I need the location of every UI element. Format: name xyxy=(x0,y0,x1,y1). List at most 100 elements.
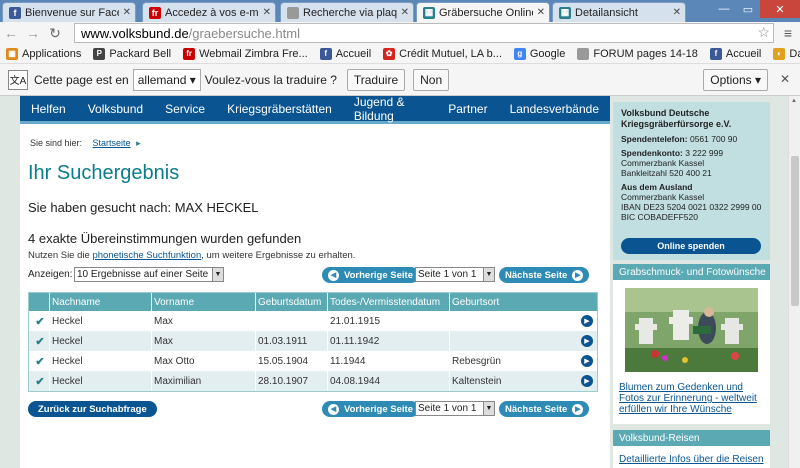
bookmark-item[interactable]: g Google xyxy=(513,47,565,60)
detail-arrow-icon[interactable]: ▶ xyxy=(581,355,593,367)
table-row[interactable]: ✔ Heckel Max 01.03.1911 01.11.1942 ▶ xyxy=(29,331,597,351)
nav-item[interactable]: Partner xyxy=(437,102,498,116)
detail-arrow-icon[interactable]: ▶ xyxy=(581,375,593,387)
travel-header: Volksbund-Reisen xyxy=(613,430,770,446)
prev-page-button[interactable]: ◀ Vorherige Seite xyxy=(322,267,419,283)
nav-item[interactable]: Kriegsgräberstätten xyxy=(216,102,343,116)
page-select-bottom[interactable]: Seite 1 von 1 ▼ xyxy=(415,401,495,416)
facebook-icon: f xyxy=(709,47,722,60)
travel-info-link[interactable]: Detaillierte Infos über die Reisen xyxy=(619,454,769,465)
table-cell: 01.11.1942 xyxy=(327,331,449,351)
close-tab-icon[interactable]: ✕ xyxy=(263,7,271,18)
close-tab-icon[interactable]: ✕ xyxy=(401,7,409,18)
bookmark-star-icon[interactable]: ☆ xyxy=(757,24,770,41)
options-button[interactable]: Options ▾ xyxy=(703,69,768,91)
no-translate-button[interactable]: Non xyxy=(413,68,450,91)
address-bar[interactable]: www.volksbund.de/graebersuche.html xyxy=(74,23,774,43)
close-tab-icon[interactable]: ✕ xyxy=(123,7,131,18)
table-row[interactable]: ✔ Heckel Maximilian 28.10.1907 04.08.1944 Kal… xyxy=(29,371,597,391)
chevron-down-icon: ▼ xyxy=(483,402,494,415)
grave-decoration-link[interactable]: Blumen zum Gedenken und Fotos zur Erinne… xyxy=(619,382,769,415)
maximize-icon[interactable]: ▭ xyxy=(736,0,760,18)
bookmark-label: Webmail Zimbra Fre... xyxy=(199,47,308,60)
scroll-up-icon[interactable]: ▲ xyxy=(791,98,797,104)
header-geburtsort[interactable]: Geburtsort xyxy=(449,293,575,311)
bookmark-item[interactable]: P Packard Bell xyxy=(93,47,171,60)
free-icon: fr xyxy=(149,6,161,19)
table-row[interactable]: ✔ Heckel Max 21.01.1915 ▶ xyxy=(29,311,597,331)
facebook-icon: f xyxy=(319,47,332,60)
translate-button[interactable]: Traduire xyxy=(346,68,406,91)
close-tab-icon[interactable]: ✕ xyxy=(673,7,681,18)
header-vorname[interactable]: Vorname xyxy=(151,293,255,311)
nav-item[interactable]: Volksbund xyxy=(77,102,154,116)
bookmark-item[interactable]: f Accueil xyxy=(319,47,371,60)
bookmark-item[interactable]: f Accueil xyxy=(709,47,761,60)
detail-arrow-icon[interactable]: ▶ xyxy=(581,335,593,347)
iban-line: IBAN DE23 5204 0021 0322 2999 00 xyxy=(621,202,762,212)
next-page-button[interactable]: Nächste Seite ▶ xyxy=(499,267,590,283)
header-nachname[interactable]: Nachname xyxy=(49,293,151,311)
prev-page-button-bottom[interactable]: ◀ Vorherige Seite xyxy=(322,401,419,417)
bookmark-item[interactable]: ◐Data Budget xyxy=(773,47,800,60)
table-cell: Max Otto xyxy=(151,351,255,371)
browser-tab[interactable]: Recherche via plaque ✕ xyxy=(280,2,414,22)
translate-prefix: Cette page est en xyxy=(34,72,129,87)
header-geburtsdatum[interactable]: Geburtsdatum xyxy=(255,293,327,311)
phonetic-search-link[interactable]: phonetische Suchfunktion xyxy=(92,250,201,261)
arrow-left-icon: ◀ xyxy=(328,269,339,281)
table-cell: 15.05.1904 xyxy=(255,351,327,371)
close-tab-icon[interactable]: ✕ xyxy=(537,7,545,18)
back-arrow-icon[interactable]: ← xyxy=(0,25,22,41)
bookmark-item[interactable]: FORUM pages 14-18 xyxy=(577,47,698,60)
forward-arrow-icon[interactable]: → xyxy=(22,25,44,41)
translate-bar: 文A Cette page est en allemand ▾ Voulez-v… xyxy=(0,64,800,96)
browser-tab[interactable]: ▦ Detailansicht ✕ xyxy=(552,2,686,22)
bookmark-item[interactable]: fr Webmail Zimbra Fre... xyxy=(183,47,308,60)
window-controls: — ▭ ✕ xyxy=(712,0,800,20)
bookmark-item[interactable]: ✿ Crédit Mutuel, LA b... xyxy=(383,47,502,60)
nav-item[interactable]: Landesverbände xyxy=(499,102,610,116)
scrollbar-thumb[interactable] xyxy=(791,156,799,306)
table-cell: Max xyxy=(151,311,255,331)
detail-arrow-icon[interactable]: ▶ xyxy=(581,315,593,327)
page-select[interactable]: Seite 1 von 1 ▼ xyxy=(415,267,495,282)
table-cell xyxy=(449,311,575,331)
reload-icon[interactable]: ↻ xyxy=(44,25,66,42)
phone-line: Spendentelefon: 0561 700 90 xyxy=(621,134,738,144)
main-nav: Helfen Volksbund Service Kriegsgräberstätte… xyxy=(20,95,610,124)
donate-online-button[interactable]: Online spenden xyxy=(621,238,761,254)
table-cell xyxy=(449,331,575,351)
url-path: /graebersuche.html xyxy=(188,25,300,41)
nav-item[interactable]: Jugend & Bildung xyxy=(343,95,437,123)
bic-line: BIC COBADEFF520 xyxy=(621,212,698,222)
browser-tab[interactable]: ▦ Gräbersuche Online ✕ xyxy=(416,2,550,22)
language-select[interactable]: allemand ▾ xyxy=(132,68,201,91)
cemetery-photo[interactable] xyxy=(625,288,758,372)
breadcrumb-arrow-icon: ▸ xyxy=(136,138,141,148)
nav-item[interactable]: Service xyxy=(154,102,216,116)
translate-icon: 文A xyxy=(8,69,28,90)
breadcrumb: Sie sind hier: Startseite ▸ xyxy=(30,138,141,149)
minimize-icon[interactable]: — xyxy=(712,0,736,18)
free-icon: fr xyxy=(183,47,196,60)
blz-line: Bankleitzahl 520 400 21 xyxy=(621,168,712,178)
back-to-search-button[interactable]: Zurück zur Suchabfrage xyxy=(28,401,157,417)
results-per-page-select[interactable]: 10 Ergebnisse auf einer Seite ▼ xyxy=(74,267,224,282)
browser-tab[interactable]: fr Accedez à vos e-mails ✕ xyxy=(142,2,276,22)
next-page-button-bottom[interactable]: Nächste Seite ▶ xyxy=(499,401,590,417)
nav-item[interactable]: Helfen xyxy=(20,102,77,116)
page-scrollbar[interactable]: ▲ xyxy=(788,96,800,468)
breadcrumb-startseite-link[interactable]: Startseite xyxy=(93,138,131,148)
header-todesdatum[interactable]: Todes-/Vermisstendatum xyxy=(327,293,449,311)
breadcrumb-label: Sie sind hier: xyxy=(30,138,83,148)
bookmark-label: Crédit Mutuel, LA b... xyxy=(399,47,502,60)
table-cell: Maximilian xyxy=(151,371,255,391)
bookmark-item[interactable]: ▦ Applications xyxy=(6,47,81,60)
close-translate-icon[interactable]: ✕ xyxy=(780,72,790,86)
close-window-icon[interactable]: ✕ xyxy=(760,0,800,18)
browser-tab[interactable]: f Bienvenue sur Faceboo ✕ xyxy=(2,2,136,22)
menu-icon[interactable]: ≡ xyxy=(784,25,792,41)
table-row[interactable]: ✔ Heckel Max Otto 15.05.1904 11.1944 Rebesgrü… xyxy=(29,351,597,371)
tab-title: Bienvenue sur Faceboo xyxy=(25,6,119,19)
